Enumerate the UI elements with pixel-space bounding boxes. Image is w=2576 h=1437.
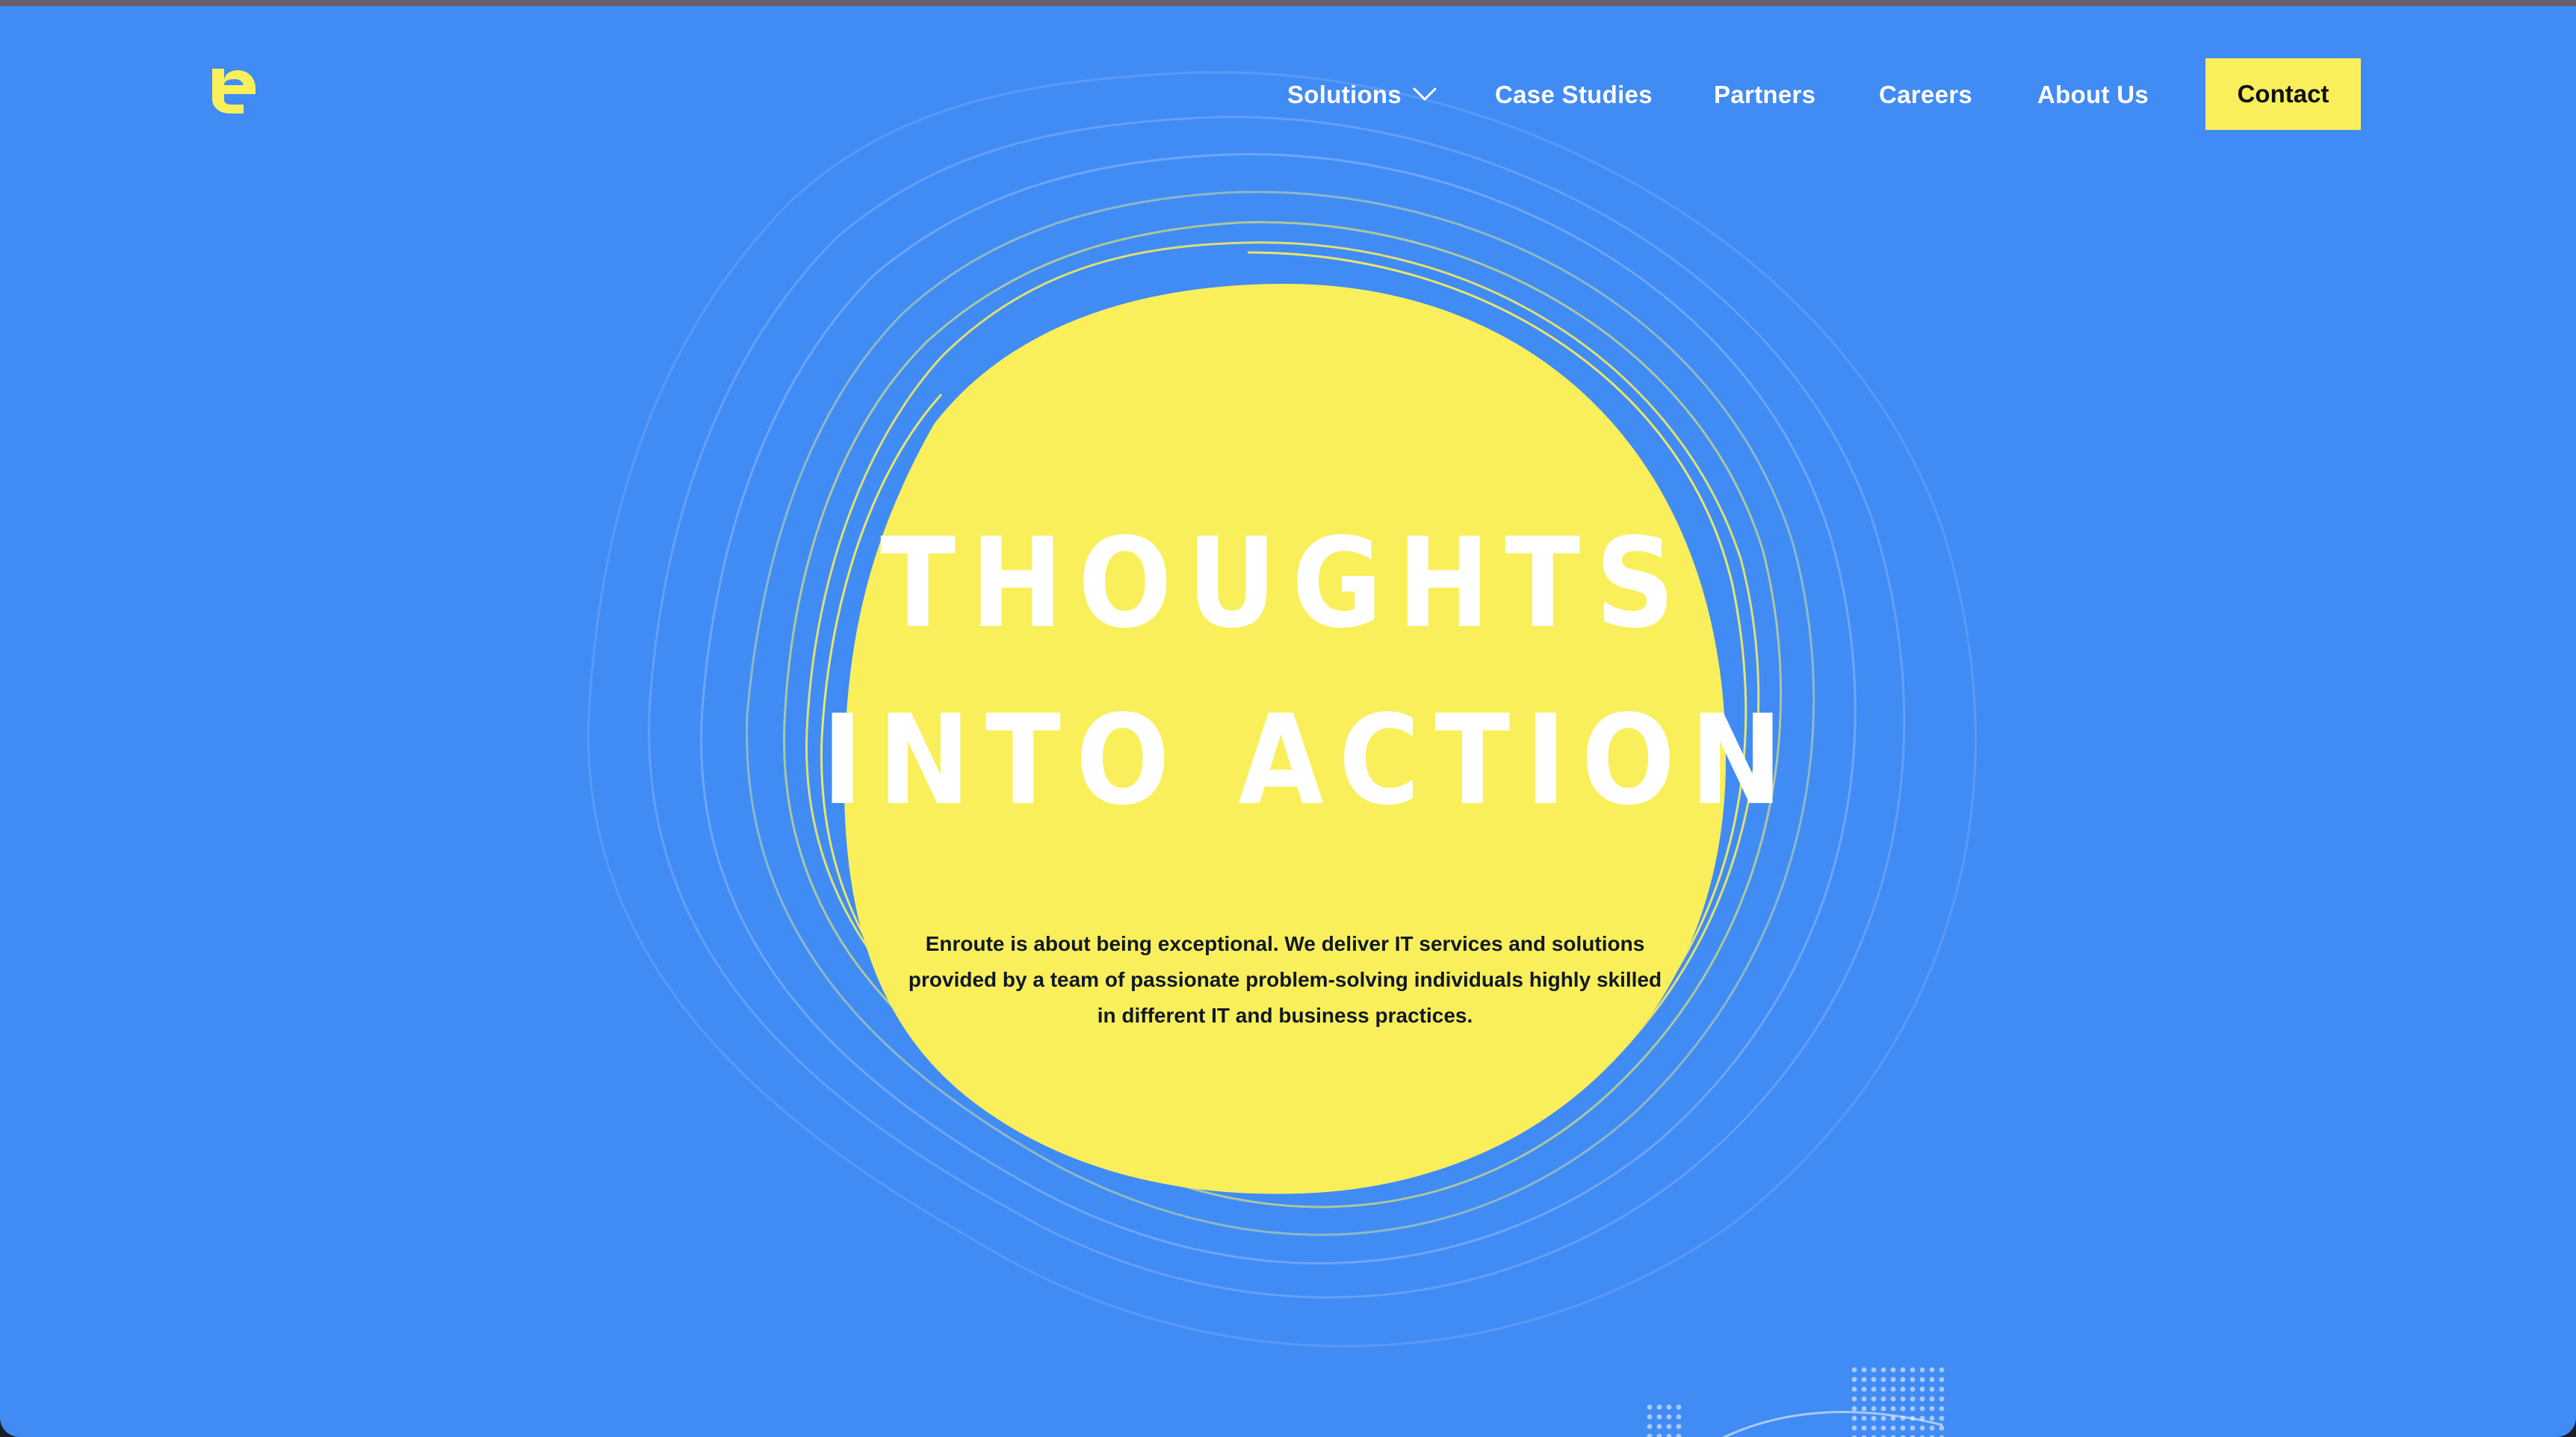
- hero-headline-line-1: THOUGHTS: [880, 511, 1690, 656]
- main-navigation: Solutions Case Studies Partners Careers …: [0, 52, 2576, 134]
- nav-about-us[interactable]: About Us: [2037, 81, 2149, 109]
- landing-page: Solutions Case Studies Partners Careers …: [0, 6, 2576, 1437]
- chevron-down-icon[interactable]: [1412, 85, 1437, 103]
- hero-description: Enroute is about being exceptional. We d…: [908, 932, 1662, 1027]
- bottom-arc-line: [1721, 1411, 1943, 1437]
- nav-solutions[interactable]: Solutions: [1287, 81, 1402, 109]
- window-top-edge: [0, 0, 2576, 6]
- nav-partners[interactable]: Partners: [1714, 81, 1815, 109]
- nav-careers[interactable]: Careers: [1879, 81, 1972, 109]
- browser-viewport: Solutions Case Studies Partners Careers …: [0, 0, 2576, 1437]
- hero-headline-line-2: INTO ACTION: [822, 688, 1798, 833]
- nav-case-studies[interactable]: Case Studies: [1495, 81, 1653, 109]
- contact-button[interactable]: Contact: [2205, 58, 2361, 130]
